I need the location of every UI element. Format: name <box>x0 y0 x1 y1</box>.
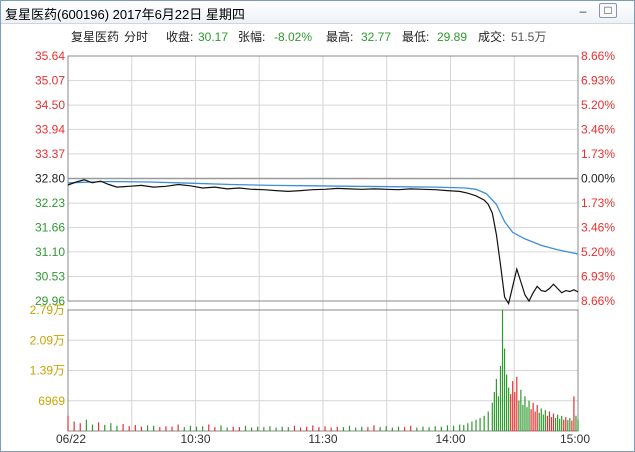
change-value: -8.02% <box>274 30 312 44</box>
volume-label: 成交: <box>478 29 505 44</box>
high-value: 32.77 <box>361 30 391 44</box>
stock-name: 复星医药 <box>71 30 119 44</box>
price-tick-label: 31.66 <box>35 221 65 235</box>
price-tick-label: 34.50 <box>35 98 65 112</box>
time-tick-label: 10:30 <box>180 432 210 446</box>
pct-tick-label: 3.46% <box>581 221 615 235</box>
time-tick-label: 14:00 <box>435 432 465 446</box>
info-bar: 复星医药 分时 收盘: 30.17 张幅: -8.02% 最高: 32.77 最… <box>71 29 546 44</box>
time-tick-label: 15:00 <box>560 432 590 446</box>
pct-tick-label: 5.20% <box>581 98 615 112</box>
close-label: 收盘: <box>166 29 193 44</box>
pct-tick-label: 5.20% <box>581 245 615 259</box>
chart-window: 复星医药(600196) 2017年6月22日 星期四 – □ 复星医药 分时 … <box>0 0 635 452</box>
time-tick-label: 11:30 <box>308 432 337 446</box>
price-tick-label: 35.07 <box>35 74 65 88</box>
volume-tick-label: 1.39万 <box>30 364 65 378</box>
low-label: 最低: <box>402 30 429 44</box>
pct-tick-label: 8.66% <box>581 294 615 308</box>
minimize-button[interactable]: – <box>573 3 593 19</box>
volume-tick-label: 6969 <box>38 394 65 408</box>
mode-label: 分时 <box>124 30 148 44</box>
volume-tick-label: 2.09万 <box>30 333 65 347</box>
pct-tick-label: 1.73% <box>581 196 615 210</box>
high-label: 最高: <box>326 29 353 44</box>
price-tick-label: 33.94 <box>35 122 65 136</box>
intraday-chart[interactable]: 复星医药 分时 收盘: 30.17 张幅: -8.02% 最高: 32.77 最… <box>1 23 634 451</box>
change-label: 张幅: <box>238 29 265 44</box>
pct-tick-label: 1.73% <box>581 147 615 161</box>
close-value: 30.17 <box>198 30 228 44</box>
price-tick-label: 30.53 <box>35 269 65 283</box>
pct-tick-label: 3.46% <box>581 122 615 136</box>
low-value: 29.89 <box>437 30 467 44</box>
price-tick-label: 33.37 <box>35 147 65 161</box>
time-tick-label: 06/22 <box>56 432 86 446</box>
pct-tick-label: 6.93% <box>581 269 615 283</box>
window-title: 复星医药(600196) 2017年6月22日 星期四 <box>5 7 245 22</box>
price-tick-label: 31.10 <box>35 245 65 259</box>
title-bar: 复星医药(600196) 2017年6月22日 星期四 – □ <box>1 1 634 24</box>
maximize-button[interactable]: □ <box>599 3 617 18</box>
price-tick-label: 32.23 <box>35 196 65 210</box>
axis-labels: 35.64 8.66% 35.07 6.93% 34.50 5.20% 33.94 3.46%… <box>30 49 616 446</box>
chart-grid <box>67 55 579 431</box>
price-tick-label: 32.80 <box>35 172 65 186</box>
pct-tick-label: 8.66% <box>581 49 615 63</box>
pct-tick-label: 6.93% <box>581 74 615 88</box>
pct-tick-label: 0.00% <box>581 172 615 186</box>
volume-value: 51.5万 <box>511 30 546 44</box>
volume-tick-label: 2.79万 <box>30 303 65 317</box>
price-tick-label: 35.64 <box>35 49 65 63</box>
